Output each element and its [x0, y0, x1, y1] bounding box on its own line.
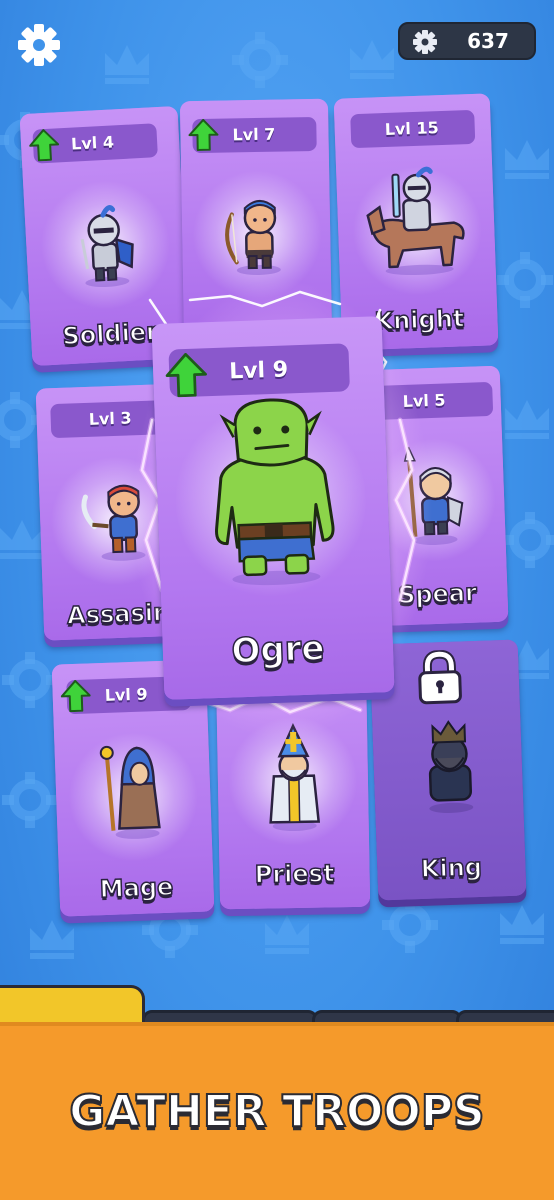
- settings-button[interactable]: [14, 22, 64, 68]
- priest-character-icon: [269, 723, 321, 831]
- currency-amount: 637: [467, 29, 509, 53]
- card-level: Lvl 9: [104, 684, 148, 705]
- promo-title: GATHER TROOPS: [68, 1085, 486, 1138]
- card-archer[interactable]: Lvl 7: [179, 98, 333, 346]
- card-name: Mage: [98, 872, 174, 904]
- gear-icon: [18, 24, 60, 66]
- ogre-character-icon: [215, 398, 335, 586]
- knight-character-icon: [366, 166, 465, 276]
- archer-character-icon: [225, 199, 281, 275]
- card-level: Lvl 9: [228, 357, 289, 385]
- card-level: Lvl 3: [88, 408, 132, 429]
- card-level: Lvl 15: [384, 118, 440, 140]
- card-level: Lvl 4: [70, 132, 115, 154]
- upgrade-arrow-icon: [165, 352, 207, 398]
- spearman-character-icon: [403, 444, 464, 546]
- card-ogre[interactable]: Lvl 9 Ogre: [151, 316, 395, 700]
- card-level: Lvl 5: [402, 390, 446, 412]
- upgrade-arrow-icon: [188, 118, 219, 152]
- mage-character-icon: [99, 745, 161, 839]
- assassin-character-icon: [81, 484, 146, 561]
- card-name: Ogre: [230, 628, 326, 673]
- soldier-character-icon: [80, 205, 134, 288]
- currency-counter[interactable]: 637: [398, 22, 536, 60]
- card-knight[interactable]: Lvl 15 Knight: [333, 93, 499, 351]
- upgrade-arrow-icon: [29, 129, 60, 162]
- upgrade-arrow-icon: [60, 679, 91, 713]
- card-name: Priest: [254, 859, 336, 890]
- gear-icon: [413, 30, 437, 54]
- king-character-icon: [428, 720, 474, 813]
- card-level: Lvl 7: [232, 124, 276, 145]
- card-name: King: [420, 852, 484, 884]
- lock-icon: [418, 649, 462, 705]
